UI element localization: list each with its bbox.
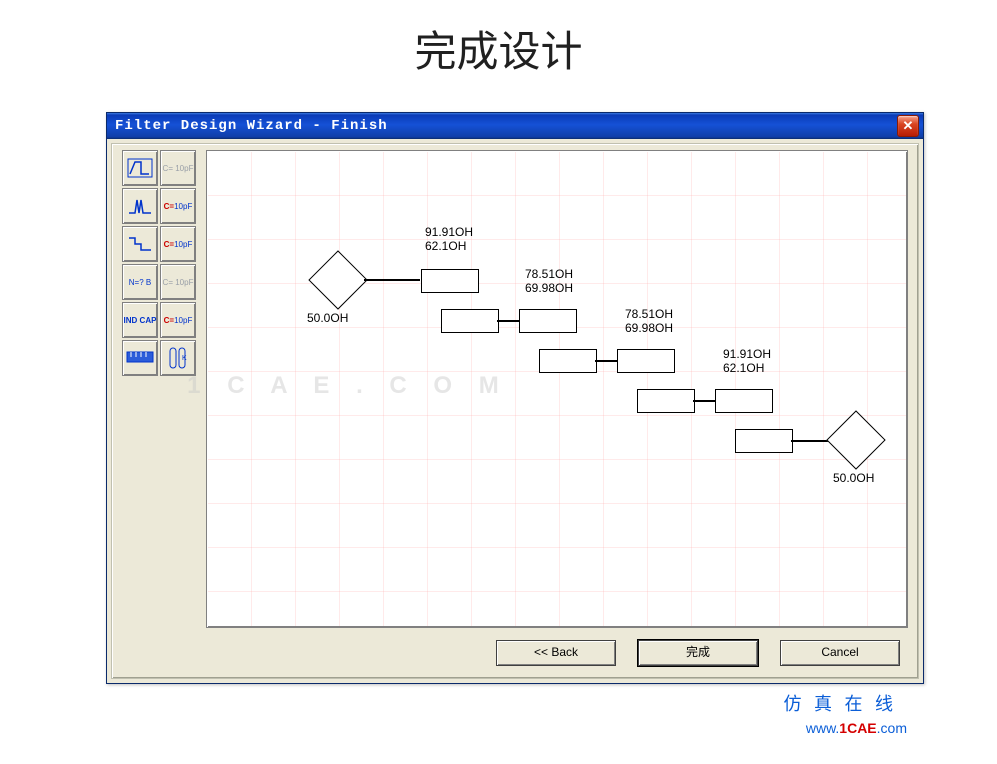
- tool-tubes[interactable]: K: [160, 340, 196, 376]
- tool-cap-3[interactable]: C=10pF: [160, 226, 196, 262]
- cancel-button[interactable]: Cancel: [780, 640, 900, 666]
- wizard-window: Filter Design Wizard - Finish ✕ C= 10pF …: [106, 112, 924, 684]
- stage3-rect-a: [617, 349, 675, 373]
- port-in: [308, 250, 367, 309]
- stage2-label: 78.51OH 69.98OH: [525, 267, 573, 295]
- stairs-icon: [127, 234, 153, 254]
- tool-cap-1[interactable]: C= 10pF: [160, 150, 196, 186]
- tool-stairs[interactable]: [122, 226, 158, 262]
- tool-impulse[interactable]: [122, 188, 158, 224]
- brand-url: www.1CAE.com: [806, 720, 907, 736]
- wire: [364, 279, 420, 281]
- tool-indcap[interactable]: IND CAP: [122, 302, 158, 338]
- ruler-icon: [126, 351, 154, 365]
- close-icon: ✕: [903, 118, 914, 134]
- schematic-canvas[interactable]: 1 C A E . C O M 50.0OH 91.91OH 62.1OH 78…: [206, 150, 908, 628]
- window-title: Filter Design Wizard - Finish: [115, 118, 388, 134]
- page-title: 完成设计: [0, 18, 997, 79]
- impulse-icon: [127, 196, 153, 216]
- toolbox: C= 10pF C=10pF C=10pF N=? B C= 10pF IND …: [122, 150, 198, 376]
- port-in-label: 50.0OH: [307, 311, 348, 325]
- brand-text-cn: 仿 真 在 线: [784, 690, 898, 716]
- tool-ruler[interactable]: [122, 340, 158, 376]
- wire: [497, 320, 519, 322]
- stage1-rect-b: [441, 309, 499, 333]
- stage3-label: 78.51OH 69.98OH: [625, 307, 673, 335]
- tool-response[interactable]: [122, 150, 158, 186]
- tool-cap-4[interactable]: C= 10pF: [160, 264, 196, 300]
- wire: [693, 400, 715, 402]
- close-button[interactable]: ✕: [897, 115, 919, 137]
- response-icon: [127, 158, 153, 178]
- titlebar: Filter Design Wizard - Finish ✕: [107, 113, 923, 139]
- wire: [595, 360, 617, 362]
- tool-cap-5[interactable]: C=10pF: [160, 302, 196, 338]
- port-out-label: 50.0OH: [833, 471, 874, 485]
- port-out: [826, 410, 885, 469]
- wizard-button-row: << Back 完成 Cancel: [496, 640, 900, 666]
- stage1-rect-a: [421, 269, 479, 293]
- stage4-label: 91.91OH 62.1OH: [723, 347, 771, 375]
- watermark: 1 C A E . C O M: [187, 372, 509, 400]
- finish-button[interactable]: 完成: [638, 640, 758, 666]
- stage2-rect-b: [539, 349, 597, 373]
- tubes-icon: K: [167, 346, 189, 370]
- tool-order[interactable]: N=? B: [122, 264, 158, 300]
- stage3-rect-b: [637, 389, 695, 413]
- stage2-rect-a: [519, 309, 577, 333]
- svg-text:K: K: [182, 355, 187, 362]
- stage4-rect-b: [735, 429, 793, 453]
- stage4-rect-a: [715, 389, 773, 413]
- tool-cap-2[interactable]: C=10pF: [160, 188, 196, 224]
- back-button[interactable]: << Back: [496, 640, 616, 666]
- client-area: C= 10pF C=10pF C=10pF N=? B C= 10pF IND …: [111, 143, 919, 679]
- stage1-label: 91.91OH 62.1OH: [425, 225, 473, 253]
